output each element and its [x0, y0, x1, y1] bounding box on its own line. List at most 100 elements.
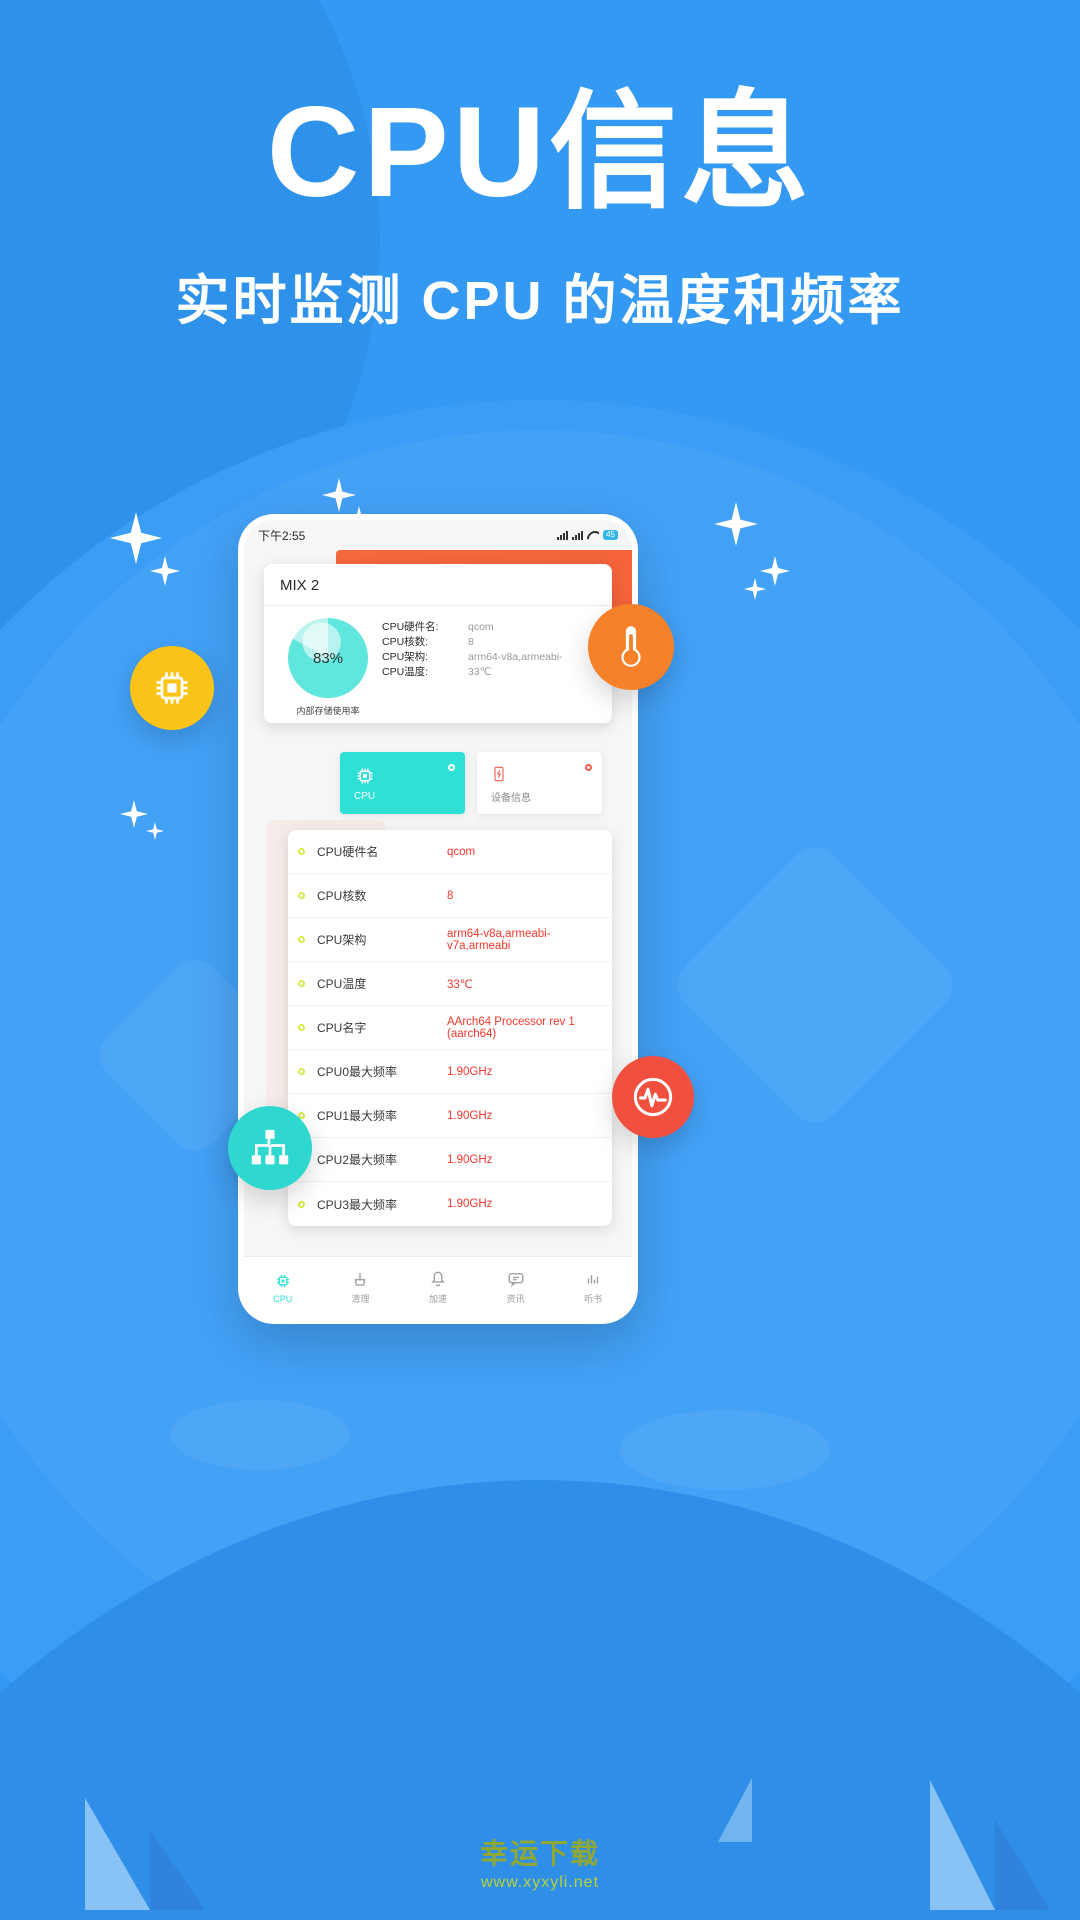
- bg-ellipse-1: [170, 1400, 350, 1470]
- sparkle-icon: [120, 800, 148, 828]
- watermark-url: www.xyxyli.net: [480, 1874, 600, 1891]
- cpu-detail-list: CPU硬件名 qcom CPU核数 8 CPU架构 arm64-v8a,arme…: [288, 830, 612, 1226]
- list-item[interactable]: CPU0最大频率 1.90GHz: [288, 1050, 612, 1094]
- status-time: 下午2:55: [258, 528, 306, 543]
- bullet-icon: [298, 892, 305, 899]
- nav-label: 听书: [584, 1294, 603, 1304]
- nav-item-clean[interactable]: 清理: [322, 1257, 400, 1318]
- status-icons: 45: [557, 530, 618, 540]
- bullet-icon: [298, 936, 305, 943]
- phone-mockup: 下午2:55 45 MIX 2 83% 内部存储使用率 CPU硬件名: qcom…: [238, 514, 638, 1324]
- list-item[interactable]: CPU架构 arm64-v8a,armeabi-v7a,armeabi: [288, 918, 612, 962]
- row-label: CPU2最大频率: [317, 1153, 398, 1167]
- nav-label: 清理: [351, 1294, 370, 1304]
- header: CPU信息 实时监测 CPU 的温度和频率: [0, 81, 1080, 335]
- pulse-wave-icon: [633, 1077, 673, 1117]
- bottom-navigation: CPU 清理 加速 资讯 听书: [244, 1256, 632, 1318]
- watermark-title: 幸运下载: [479, 1838, 600, 1869]
- tab-label: 设备信息: [491, 792, 531, 804]
- sparkle-icon: [744, 578, 766, 600]
- kv-key: CPU核数:: [382, 636, 429, 648]
- kv-value: qcom: [468, 621, 494, 633]
- row-value: qcom: [447, 845, 476, 858]
- row-label: CPU0最大频率: [317, 1065, 398, 1079]
- cpu-chip-icon: [273, 1272, 293, 1290]
- page-title: CPU信息: [266, 81, 814, 224]
- tab-cpu[interactable]: CPU: [340, 752, 465, 814]
- broom-icon: [350, 1270, 370, 1288]
- nav-label: 加速: [428, 1294, 447, 1304]
- bullet-icon: [298, 1024, 305, 1031]
- bullet-icon: [298, 1200, 305, 1208]
- table-row: CPU温度: 33℃: [382, 665, 600, 680]
- tab-indicator-dot: [448, 764, 455, 771]
- list-item[interactable]: CPU核数 8: [288, 874, 612, 918]
- tab-bar: CPU 设备信息: [244, 752, 632, 814]
- watermark: 幸运下载 www.xyxyli.net: [0, 1832, 1080, 1892]
- row-label: CPU名字: [317, 1021, 367, 1035]
- list-item[interactable]: CPU硬件名 qcom: [288, 830, 612, 874]
- kv-key: CPU架构:: [382, 651, 429, 663]
- table-row: CPU核数: 8: [382, 635, 600, 650]
- storage-label: 内部存储使用率: [296, 706, 360, 716]
- bg-ellipse-2: [620, 1410, 830, 1490]
- status-bar: 下午2:55 45: [244, 520, 632, 550]
- storage-percent: 83%: [312, 649, 344, 667]
- row-label: CPU核数: [317, 889, 367, 903]
- list-item[interactable]: CPU2最大频率 1.90GHz: [288, 1138, 612, 1182]
- cpu-chip-badge: [130, 646, 214, 730]
- list-item[interactable]: CPU1最大频率 1.90GHz: [288, 1094, 612, 1138]
- chat-icon: [506, 1270, 526, 1288]
- sparkle-icon: [714, 502, 758, 546]
- phone-screen: 下午2:55 45 MIX 2 83% 内部存储使用率 CPU硬件名: qcom…: [244, 520, 632, 1318]
- nav-item-cpu[interactable]: CPU: [244, 1257, 322, 1318]
- kv-value: arm64-v8a,armeabi-: [468, 651, 563, 663]
- sparkle-icon: [146, 822, 164, 840]
- nav-item-boost[interactable]: 加速: [399, 1257, 477, 1318]
- row-label: CPU1最大频率: [317, 1109, 398, 1123]
- bullet-icon: [298, 1068, 305, 1075]
- table-row: CPU硬件名: qcom: [382, 620, 600, 635]
- summary-body: 83% 内部存储使用率 CPU硬件名: qcom CPU核数: 8 CPU架构:: [264, 606, 612, 723]
- kv-key: CPU温度:: [382, 666, 429, 678]
- row-value: 33℃: [447, 978, 473, 991]
- bullet-icon: [298, 980, 305, 987]
- table-row: CPU架构: arm64-v8a,armeabi-: [382, 650, 600, 665]
- rocket-bell-icon: [428, 1270, 448, 1288]
- row-value: arm64-v8a,armeabi-v7a,armeabi: [447, 927, 551, 952]
- row-value: 1.90GHz: [447, 1109, 493, 1122]
- signal-bars-icon-2: [572, 530, 584, 540]
- bullet-icon: [298, 848, 305, 855]
- kv-key: CPU硬件名:: [382, 621, 439, 633]
- pulse-badge: [612, 1056, 694, 1138]
- list-item[interactable]: CPU温度 33℃: [288, 962, 612, 1006]
- row-label: CPU硬件名: [317, 845, 379, 859]
- device-name: MIX 2: [264, 564, 612, 606]
- page-subtitle: 实时监测 CPU 的温度和频率: [175, 271, 905, 332]
- tab-label: CPU: [354, 790, 376, 802]
- row-label: CPU温度: [317, 977, 367, 991]
- cpu-chip-icon: [156, 672, 188, 704]
- tab-indicator-dot: [585, 764, 592, 771]
- bar-chart-icon: [583, 1270, 603, 1288]
- kv-value: 8: [468, 636, 474, 648]
- row-value: 1.90GHz: [447, 1198, 493, 1210]
- storage-gauge: 83% 内部存储使用率: [276, 614, 380, 717]
- summary-card: MIX 2 83% 内部存储使用率 CPU硬件名: qcom CPU核数: 8: [264, 564, 612, 723]
- row-value: 1.90GHz: [447, 1065, 493, 1078]
- network-badge: [228, 1106, 312, 1190]
- summary-kv-table: CPU硬件名: qcom CPU核数: 8 CPU架构: arm64-v8a,a…: [380, 614, 600, 717]
- nav-label: 资讯: [506, 1294, 525, 1304]
- nav-item-news[interactable]: 资讯: [477, 1257, 555, 1318]
- nav-label: CPU: [273, 1293, 293, 1304]
- list-item[interactable]: CPU3最大频率 1.90GHz: [288, 1182, 612, 1226]
- storage-donut: 83%: [288, 618, 368, 698]
- network-tree-icon: [251, 1129, 289, 1165]
- nav-item-audiobook[interactable]: 听书: [554, 1257, 632, 1318]
- row-label: CPU3最大频率: [317, 1197, 398, 1212]
- tab-device-info[interactable]: 设备信息: [477, 752, 602, 814]
- sparkle-icon: [150, 556, 180, 586]
- list-item[interactable]: CPU名字 AArch64 Processor rev 1 (aarch64): [288, 1006, 612, 1050]
- row-value: AArch64 Processor rev 1 (aarch64): [447, 1015, 575, 1040]
- thermometer-badge: [588, 604, 674, 690]
